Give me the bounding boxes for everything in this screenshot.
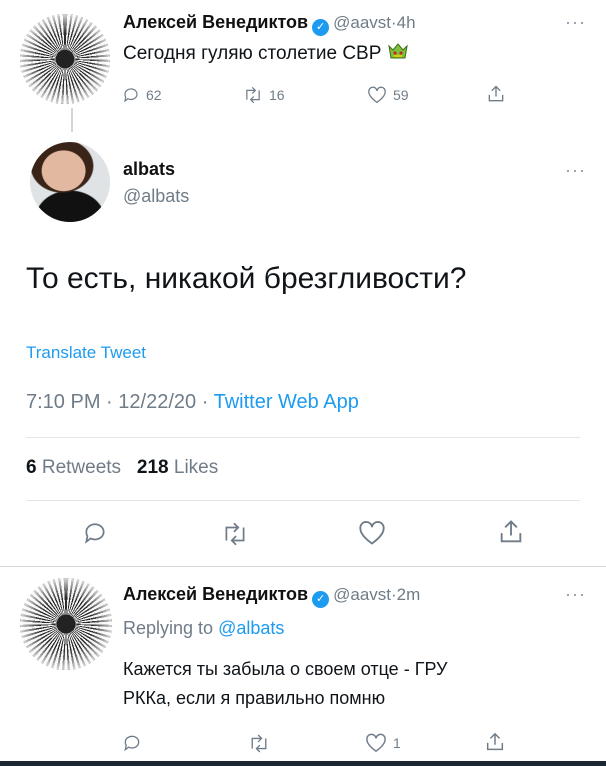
reply-icon bbox=[85, 523, 105, 544]
thread-line bbox=[71, 108, 73, 132]
handle[interactable]: @albats bbox=[123, 186, 189, 207]
bottom-bar bbox=[0, 761, 606, 766]
more-icon[interactable]: ··· bbox=[565, 584, 586, 605]
replying-to: Replying to @albats bbox=[123, 618, 284, 639]
like-button[interactable]: 59 bbox=[367, 86, 409, 104]
avatar-albats[interactable] bbox=[30, 142, 110, 222]
tweet-source[interactable]: Twitter Web App bbox=[214, 391, 359, 413]
like-icon bbox=[368, 86, 386, 104]
avatar-aavst[interactable] bbox=[20, 14, 110, 104]
tweet-time[interactable]: 7:10 PM bbox=[26, 391, 100, 413]
verified-icon: ✓ bbox=[312, 19, 330, 36]
share-icon bbox=[500, 520, 522, 543]
handle[interactable]: @aavst bbox=[333, 13, 391, 32]
section-separator bbox=[0, 566, 606, 567]
more-icon[interactable]: ··· bbox=[565, 12, 586, 33]
handle[interactable]: @aavst bbox=[333, 585, 391, 604]
separator: · bbox=[106, 391, 113, 413]
retweet-button[interactable]: 16 bbox=[243, 86, 285, 104]
retweet-count: 16 bbox=[269, 87, 285, 103]
translate-tweet-link[interactable]: Translate Tweet bbox=[26, 343, 146, 363]
tweet-text-line: РККа, если я правильно помню bbox=[123, 688, 386, 708]
like-count: 59 bbox=[393, 87, 409, 103]
author-name[interactable]: Алексей Венедиктов bbox=[123, 12, 308, 32]
reply-button[interactable] bbox=[122, 733, 142, 753]
retweets-count: 6 bbox=[26, 457, 37, 478]
reply-button[interactable]: 62 bbox=[122, 86, 162, 104]
replying-to-link[interactable]: @albats bbox=[218, 618, 284, 638]
tweet-text-line: Кажется ты забыла о своем отце - ГРУ bbox=[123, 659, 448, 679]
like-icon bbox=[366, 733, 386, 753]
author-name[interactable]: albats bbox=[123, 159, 189, 180]
retweet-icon bbox=[225, 522, 245, 546]
verified-icon: ✓ bbox=[312, 591, 330, 608]
divider bbox=[26, 500, 580, 501]
share-icon bbox=[488, 85, 504, 102]
like-button[interactable] bbox=[358, 520, 386, 546]
likes-count: 218 bbox=[136, 457, 169, 478]
retweet-button[interactable] bbox=[248, 734, 270, 753]
retweet-icon bbox=[251, 734, 267, 753]
tweet3-header: Алексей Венедиктов ✓ @aavst·2m bbox=[123, 584, 420, 608]
more-icon[interactable]: ··· bbox=[565, 160, 586, 181]
share-button[interactable] bbox=[497, 518, 525, 546]
share-icon bbox=[486, 732, 504, 751]
divider bbox=[26, 437, 580, 438]
replying-prefix: Replying to bbox=[123, 618, 214, 638]
like-icon bbox=[359, 520, 385, 545]
retweets-label: Retweets bbox=[41, 457, 122, 478]
tweet2-meta: 7:10 PM · 12/22/20 · Twitter Web App bbox=[26, 391, 359, 414]
tweet2-author: albats @albats bbox=[123, 159, 189, 207]
retweet-icon bbox=[246, 86, 260, 104]
author-name[interactable]: Алексей Венедиктов bbox=[123, 584, 308, 604]
timestamp[interactable]: 4h bbox=[397, 13, 416, 32]
share-button[interactable] bbox=[486, 84, 506, 104]
like-count: 1 bbox=[393, 735, 401, 751]
tweet3-text: Кажется ты забыла о своем отце - ГРУ РКК… bbox=[123, 655, 447, 713]
reply-icon bbox=[124, 88, 138, 103]
tweet1-text: Сегодня гуляю столетие СВР bbox=[123, 42, 409, 68]
tweet2-text: То есть, никакой брезгливости? bbox=[26, 262, 467, 295]
emoji-icon bbox=[387, 42, 409, 68]
retweets-stat[interactable]: 6 Retweets bbox=[26, 457, 121, 478]
like-button[interactable]: 1 bbox=[365, 733, 401, 753]
separator: · bbox=[201, 391, 209, 413]
tweet2-stats: 6 Retweets 218 Likes bbox=[26, 457, 218, 479]
tweet1-header: Алексей Венедиктов ✓ @aavst·4h bbox=[123, 12, 416, 36]
tweet-text: Сегодня гуляю столетие СВР bbox=[123, 43, 382, 64]
timestamp[interactable]: 2m bbox=[397, 585, 421, 604]
retweet-button[interactable] bbox=[221, 522, 249, 546]
reply-count: 62 bbox=[146, 87, 162, 103]
reply-button[interactable] bbox=[82, 520, 108, 546]
share-button[interactable] bbox=[484, 731, 506, 753]
reply-icon bbox=[124, 735, 140, 752]
likes-label: Likes bbox=[173, 457, 219, 478]
likes-stat[interactable]: 218 Likes bbox=[137, 457, 218, 478]
tweet-date[interactable]: 12/22/20 bbox=[118, 391, 196, 413]
avatar-aavst[interactable] bbox=[20, 578, 112, 670]
